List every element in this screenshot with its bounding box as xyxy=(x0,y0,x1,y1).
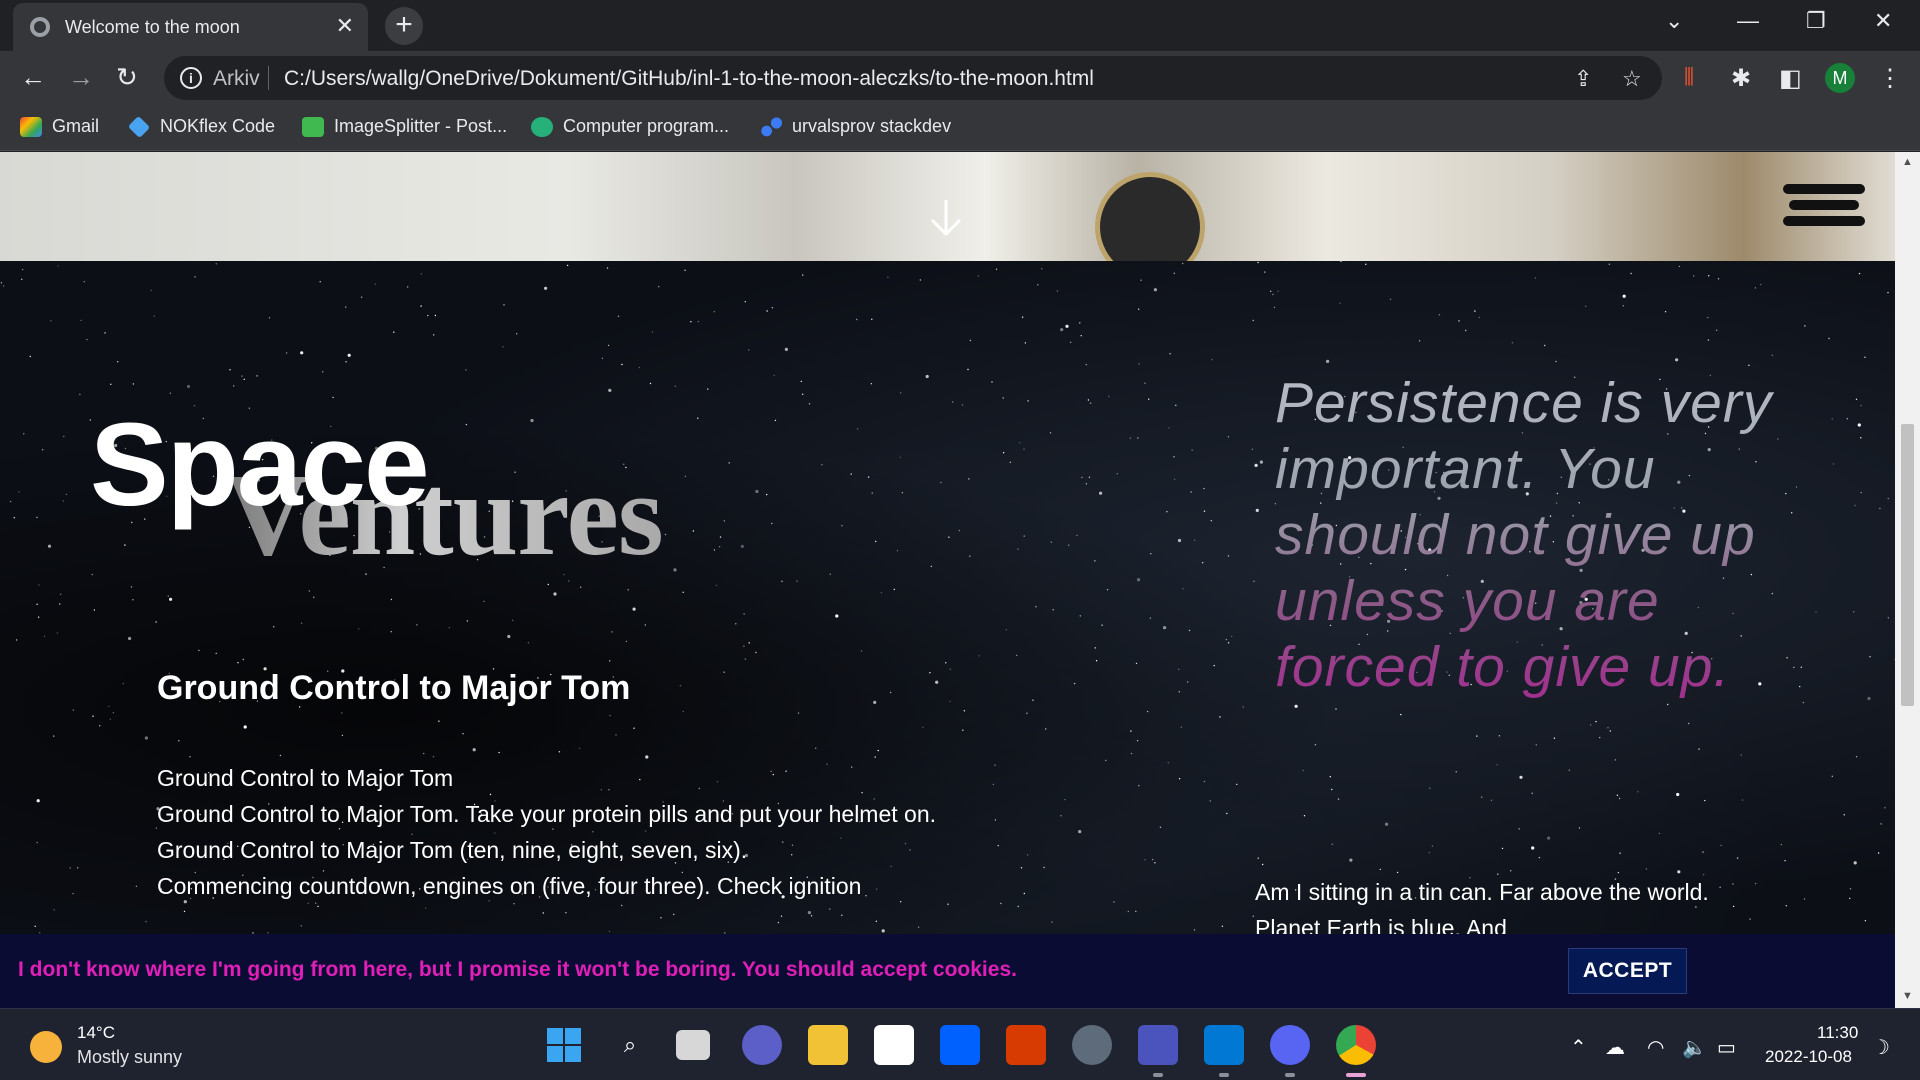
bookmarks-bar: Gmail NOKflex Code ImageSplitter - Post.… xyxy=(0,104,1920,151)
bookmark-nokflex[interactable]: NOKflex Code xyxy=(127,115,276,138)
page-viewport: Ventures Space Ground Control to Major T… xyxy=(0,152,1895,1008)
share-icon[interactable]: ⇪ xyxy=(1574,66,1592,92)
weather-description[interactable]: Mostly sunny xyxy=(77,1047,182,1068)
reload-icon[interactable]: ↻ xyxy=(116,62,138,93)
weather-temperature[interactable]: 14°C xyxy=(77,1023,115,1043)
cookie-banner: I don't know where I'm going from here, … xyxy=(0,934,1895,1008)
clock-time[interactable]: 11:30 xyxy=(1817,1023,1858,1043)
minimize-icon[interactable]: — xyxy=(1737,8,1759,34)
grid-icon xyxy=(302,116,324,137)
bookmark-gmail[interactable]: Gmail xyxy=(20,116,99,137)
search-icon[interactable]: ⌕ xyxy=(610,1025,650,1065)
settings-gear-icon[interactable] xyxy=(1072,1025,1112,1065)
dots-icon xyxy=(760,116,782,137)
task-view-icon[interactable] xyxy=(676,1030,710,1060)
diamond-icon xyxy=(127,115,151,138)
bookmark-label: NOKflex Code xyxy=(160,116,276,136)
browser-tab[interactable]: Welcome to the moon ✕ xyxy=(13,3,368,51)
body-line: Ground Control to Major Tom xyxy=(157,765,454,791)
windows-taskbar: 14°C Mostly sunny ⌕ ⌃ ☁ ◠ 🔈 ▭ 11:30 2022… xyxy=(0,1008,1920,1080)
extensions-puzzle-icon[interactable]: ✱ xyxy=(1731,64,1751,93)
bookmark-imagesplitter[interactable]: ImageSplitter - Post... xyxy=(302,116,507,137)
hero-image xyxy=(0,152,1895,282)
globe-icon xyxy=(30,17,50,37)
cookie-message: I don't know where I'm going from here, … xyxy=(18,958,1017,981)
bookmark-computer-program[interactable]: Computer program... xyxy=(531,116,729,137)
scroll-up-icon[interactable]: ▲ xyxy=(1902,156,1913,168)
back-icon[interactable]: ← xyxy=(20,62,46,93)
bookmark-label: ImageSplitter - Post... xyxy=(334,116,508,136)
body-line: Ground Control to Major Tom. Take your p… xyxy=(157,801,937,863)
start-menu-icon[interactable] xyxy=(544,1025,584,1065)
onedrive-cloud-icon[interactable]: ☁ xyxy=(1605,1035,1625,1060)
running-indicator xyxy=(1285,1073,1295,1077)
new-tab-button[interactable]: + xyxy=(385,7,423,45)
restore-icon[interactable]: ❐ xyxy=(1806,8,1826,34)
focus-assist-moon-icon[interactable]: ☽ xyxy=(1872,1035,1890,1060)
gmail-icon xyxy=(20,116,42,137)
show-hidden-icons-icon[interactable]: ⌃ xyxy=(1570,1035,1587,1060)
scroll-down-icon[interactable]: ▼ xyxy=(1902,990,1913,1002)
weather-sun-icon[interactable] xyxy=(30,1031,62,1063)
address-bar[interactable]: i Arkiv C:/Users/wallg/OneDrive/Dokument… xyxy=(164,56,1662,100)
dropbox-icon[interactable] xyxy=(940,1025,980,1065)
bookmark-star-icon[interactable]: ☆ xyxy=(1622,66,1642,92)
menu-kebab-icon[interactable]: ⋮ xyxy=(1878,64,1902,93)
divider xyxy=(268,66,269,90)
close-window-icon[interactable]: ✕ xyxy=(1874,8,1892,34)
hamburger-menu-icon[interactable] xyxy=(1783,184,1865,232)
bookmark-label: urvalsprov stackdev xyxy=(792,116,952,136)
scroll-down-arrow-icon[interactable] xyxy=(928,198,964,238)
accept-cookies-button[interactable]: ACCEPT xyxy=(1568,948,1687,994)
profile-avatar[interactable]: M xyxy=(1825,63,1855,93)
bookmark-label: Computer program... xyxy=(563,116,730,136)
bookmark-urvalsprov[interactable]: urvalsprov stackdev xyxy=(760,116,951,137)
body-text: Ground Control to Major Tom Ground Contr… xyxy=(157,760,957,904)
quote-text: Persistence is very important. You shoul… xyxy=(1275,370,1805,700)
discord-icon[interactable] xyxy=(1270,1025,1310,1065)
address-chip: Arkiv xyxy=(213,67,260,90)
volume-icon[interactable]: 🔈 xyxy=(1682,1035,1707,1060)
side-panel-icon[interactable]: ◧ xyxy=(1779,64,1802,93)
office-icon[interactable] xyxy=(1006,1025,1046,1065)
browser-tabstrip: Welcome to the moon ✕ + ⌄ — ❐ ✕ xyxy=(0,0,1920,51)
bookmark-label: Gmail xyxy=(52,116,100,136)
wifi-icon[interactable]: ◠ xyxy=(1647,1035,1664,1060)
forward-icon[interactable]: → xyxy=(68,62,94,93)
browser-toolbar: ← → ↻ i Arkiv C:/Users/wallg/OneDrive/Do… xyxy=(0,51,1920,104)
url-text[interactable]: C:/Users/wallg/OneDrive/Dokument/GitHub/… xyxy=(284,67,1094,91)
close-tab-icon[interactable]: ✕ xyxy=(336,13,354,39)
shield-icon xyxy=(531,116,553,137)
title-space: Space xyxy=(90,399,430,531)
teams-icon[interactable] xyxy=(1138,1025,1178,1065)
scroll-thumb[interactable] xyxy=(1901,424,1914,706)
running-indicator xyxy=(1153,1073,1163,1077)
running-indicator xyxy=(1219,1073,1229,1077)
vscode-icon[interactable] xyxy=(1204,1025,1244,1065)
site-info-icon[interactable]: i xyxy=(180,67,202,89)
page-scrollbar[interactable]: ▲ ▼ xyxy=(1895,152,1920,1008)
tab-search-icon[interactable]: ⌄ xyxy=(1665,8,1683,34)
store-icon[interactable] xyxy=(874,1025,914,1065)
chat-icon[interactable] xyxy=(742,1025,782,1065)
section-heading: Ground Control to Major Tom xyxy=(157,669,631,707)
tab-title: Welcome to the moon xyxy=(65,17,240,37)
clock-date[interactable]: 2022-10-08 xyxy=(1765,1047,1852,1067)
extension-icon[interactable]: ⫴ xyxy=(1684,64,1694,92)
body-line: Commencing countdown, engines on (five, … xyxy=(157,873,862,899)
active-app-indicator xyxy=(1346,1073,1366,1077)
battery-icon[interactable]: ▭ xyxy=(1717,1035,1736,1060)
file-explorer-icon[interactable] xyxy=(808,1025,848,1065)
chrome-icon[interactable] xyxy=(1336,1025,1376,1065)
